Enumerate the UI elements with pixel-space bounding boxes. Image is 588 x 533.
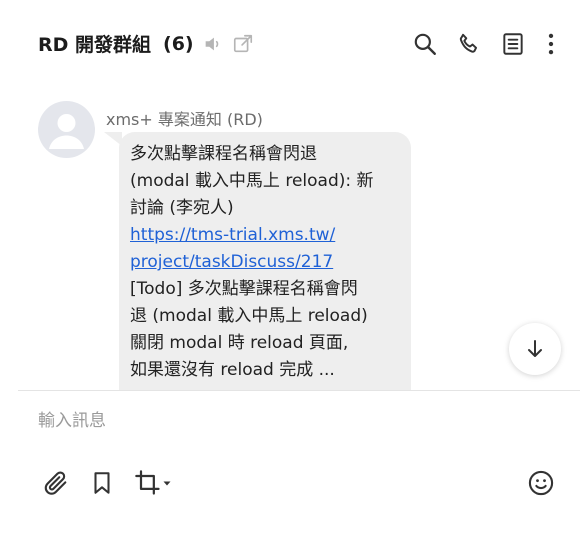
- message-link[interactable]: project/taskDiscuss/217: [130, 249, 400, 276]
- title-group: RD 開發群組 (6): [38, 30, 254, 57]
- message-list[interactable]: xms+ 專案通知 (RD) 多次點擊課程名稱會閃退 (modal 載入中馬上 …: [0, 88, 588, 390]
- message-line: [Todo] 多次點擊課程名稱會閃: [130, 279, 358, 299]
- message-line: 多次點擊課程名稱會閃退: [130, 144, 317, 164]
- notes-icon[interactable]: [500, 31, 526, 57]
- search-icon[interactable]: [412, 31, 438, 57]
- message-sender: xms+ 專案通知 (RD): [106, 110, 263, 129]
- popout-icon[interactable]: [232, 33, 254, 55]
- arrow-down-icon: [528, 340, 542, 357]
- message-line: 關閉 modal 時 reload 頁面,: [130, 333, 349, 353]
- crop-icon[interactable]: [134, 469, 172, 497]
- message-input[interactable]: [38, 405, 538, 437]
- message-line: 如果還沒有 reload 完成 ...: [130, 360, 335, 380]
- message-line: 討論 (李宛人): [130, 198, 234, 218]
- chat-title: RD 開發群組: [38, 34, 152, 56]
- person-icon: [49, 114, 84, 149]
- chat-header: RD 開發群組 (6): [0, 0, 588, 88]
- paperclip-icon[interactable]: [42, 469, 70, 497]
- bookmark-icon[interactable]: [89, 469, 115, 497]
- emoji-icon[interactable]: [527, 469, 555, 497]
- more-vertical-icon[interactable]: [538, 31, 564, 57]
- message-line: (modal 載入中馬上 reload): 新: [130, 171, 374, 191]
- member-count: (6): [163, 32, 194, 55]
- message-line: 退 (modal 載入中馬上 reload): [130, 306, 368, 326]
- message-bubble[interactable]: 多次點擊課程名稱會閃退 (modal 載入中馬上 reload): 新 討論 (…: [119, 132, 411, 390]
- composer: [0, 391, 588, 533]
- phone-icon[interactable]: [456, 31, 482, 57]
- message-link[interactable]: https://tms-trial.xms.tw/: [130, 222, 400, 249]
- caret-down-icon: [163, 481, 171, 486]
- mute-icon[interactable]: [202, 33, 224, 55]
- avatar[interactable]: [38, 101, 95, 158]
- scroll-to-bottom-button[interactable]: [509, 323, 561, 375]
